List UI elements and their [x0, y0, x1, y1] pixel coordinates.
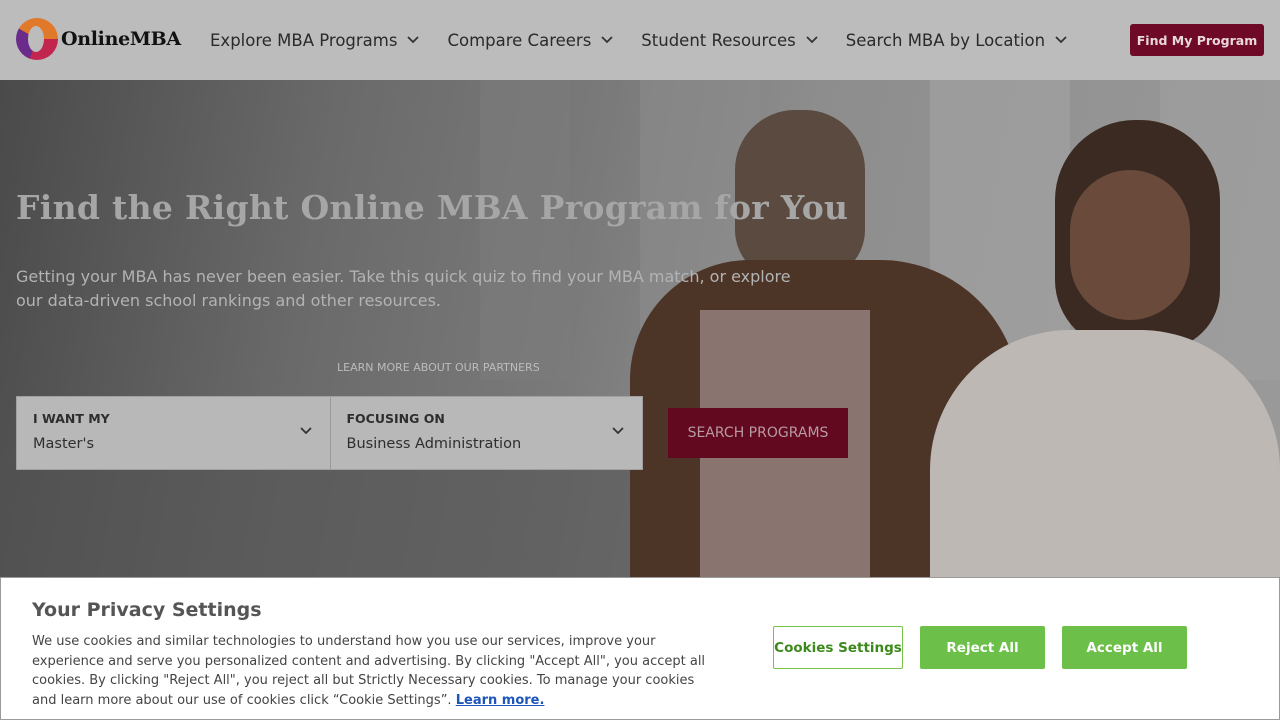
nav-item-student-resources[interactable]: Student Resources: [641, 30, 818, 50]
main-nav: Explore MBA Programs Compare Careers Stu…: [210, 0, 1095, 80]
hero-subtitle: Getting your MBA has never been easier. …: [16, 267, 791, 310]
learn-more-partners-link[interactable]: LEARN MORE ABOUT OUR PARTNERS: [337, 361, 540, 374]
degree-select[interactable]: I WANT MY Master's: [17, 397, 330, 469]
focus-select-value: Business Administration: [346, 436, 522, 452]
logo-mark-icon: [16, 18, 58, 60]
find-my-program-button[interactable]: Find My Program: [1130, 24, 1264, 56]
nav-item-label: Student Resources: [641, 30, 796, 50]
nav-item-explore-mba-programs[interactable]: Explore MBA Programs: [210, 30, 420, 50]
nav-item-label: Compare Careers: [447, 30, 592, 50]
chevron-down-icon: [299, 427, 312, 435]
hero-background-image: [0, 80, 1280, 578]
cookies-settings-button[interactable]: Cookies Settings: [773, 626, 903, 669]
chevron-down-icon: [806, 36, 818, 44]
chevron-down-icon: [601, 36, 613, 44]
chevron-down-icon: [407, 36, 420, 44]
hero-section: Find the Right Online MBA Program for Yo…: [0, 80, 1280, 578]
search-programs-button[interactable]: SEARCH PROGRAMS: [668, 408, 848, 458]
cookie-description: We use cookies and similar technologies …: [32, 632, 712, 710]
site-logo[interactable]: OnlineMBA: [16, 18, 181, 60]
nav-item-label: Search MBA by Location: [845, 30, 1046, 50]
accept-all-button[interactable]: Accept All: [1062, 626, 1187, 669]
logo-text: OnlineMBA: [61, 28, 181, 50]
chevron-down-icon: [1055, 36, 1067, 44]
learn-more-link[interactable]: Learn more.: [456, 693, 545, 708]
cookie-title: Your Privacy Settings: [32, 599, 262, 621]
reject-all-button[interactable]: Reject All: [920, 626, 1045, 669]
focus-select[interactable]: FOCUSING ON Business Administration: [329, 397, 643, 469]
degree-select-label: I WANT MY: [33, 411, 110, 426]
cookie-consent-banner: Your Privacy Settings We use cookies and…: [0, 577, 1280, 720]
site-header: OnlineMBA Explore MBA Programs Compare C…: [0, 0, 1280, 80]
program-search-form: I WANT MY Master's FOCUSING ON Business …: [16, 396, 643, 470]
cookie-body-text: We use cookies and similar technologies …: [32, 634, 706, 708]
nav-item-label: Explore MBA Programs: [210, 30, 398, 50]
nav-item-search-by-location[interactable]: Search MBA by Location: [846, 31, 1067, 50]
nav-item-compare-careers[interactable]: Compare Careers: [447, 31, 613, 50]
chevron-down-icon: [612, 427, 624, 435]
hero-title: Find the Right Online MBA Program for Yo…: [16, 188, 849, 227]
focus-select-label: FOCUSING ON: [346, 411, 445, 426]
degree-select-value: Master's: [33, 436, 95, 452]
